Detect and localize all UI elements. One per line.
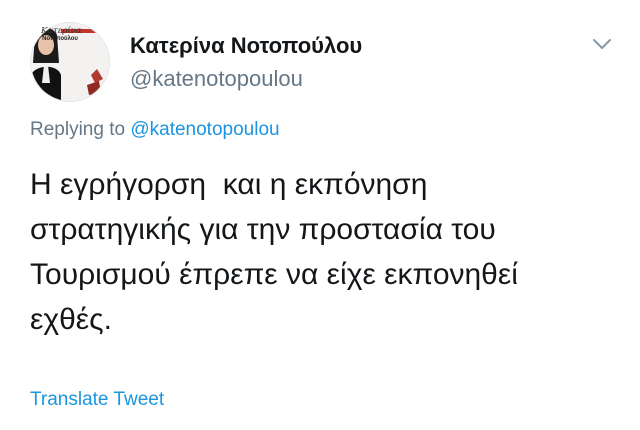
tweet-text: Η εγρήγορση και η εκπόνηση στρατηγικής γ… <box>30 168 518 336</box>
avatar-name-line2: Νοτοπούλου <box>42 36 78 42</box>
replying-to-prefix: Replying to <box>30 119 131 140</box>
chevron-down-icon[interactable] <box>592 37 612 51</box>
replying-to-line: Replying to @katenotopoulou <box>30 119 280 141</box>
avatar-name-line1: Κατερίνα <box>41 26 82 36</box>
translate-tweet-link[interactable]: Translate Tweet <box>30 389 164 411</box>
author-display-name[interactable]: Κατερίνα Νοτοπούλου <box>130 33 362 59</box>
reply-mention-link[interactable]: @katenotopoulou <box>130 119 279 140</box>
author-handle[interactable]: @katenotopoulou <box>130 66 303 92</box>
